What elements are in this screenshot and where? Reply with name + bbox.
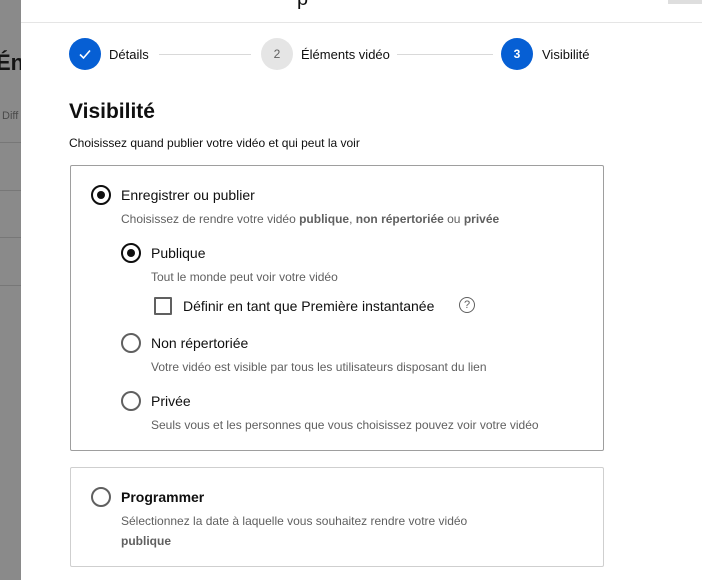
background-divider xyxy=(0,237,21,238)
close-button[interactable] xyxy=(668,0,702,4)
dialog-header: p xyxy=(21,0,702,23)
save-or-publish-radio[interactable] xyxy=(91,185,111,205)
background-divider xyxy=(0,190,21,191)
premiere-label[interactable]: Définir en tant que Première instantanée xyxy=(183,298,434,314)
step-connector xyxy=(159,54,251,55)
background-page-title: Éne xyxy=(0,50,21,75)
unlisted-description: Votre vidéo est visible par tous les uti… xyxy=(151,360,487,374)
public-description: Tout le monde peut voir votre vidéo xyxy=(151,270,338,284)
schedule-card: Programmer Sélectionnez la date à laquel… xyxy=(70,467,604,567)
check-icon xyxy=(79,49,91,60)
background-divider xyxy=(0,285,21,286)
step-connector xyxy=(397,54,493,55)
step-details-label[interactable]: Détails xyxy=(109,47,149,62)
unlisted-radio[interactable] xyxy=(121,333,141,353)
unlisted-label[interactable]: Non répertoriée xyxy=(151,335,248,351)
background-divider xyxy=(0,142,21,143)
public-label[interactable]: Publique xyxy=(151,245,206,261)
schedule-label[interactable]: Programmer xyxy=(121,489,204,505)
step-visibility-label[interactable]: Visibilité xyxy=(542,47,589,62)
step-video-elements-label[interactable]: Éléments vidéo xyxy=(301,47,390,62)
step-video-elements-number[interactable]: 2 xyxy=(261,38,293,70)
public-radio[interactable] xyxy=(121,243,141,263)
background-page: Éne Diff xyxy=(0,0,21,580)
schedule-description-public: publique xyxy=(121,534,171,548)
page-subtitle: Choisissez quand publier votre vidéo et … xyxy=(69,136,360,150)
schedule-description: Sélectionnez la date à laquelle vous sou… xyxy=(121,514,468,528)
background-tab: Diff xyxy=(2,110,19,122)
page-title: Visibilité xyxy=(69,100,155,123)
dialog-title-fragment: p xyxy=(297,0,308,11)
private-label[interactable]: Privée xyxy=(151,393,191,409)
private-radio[interactable] xyxy=(121,391,141,411)
save-or-publish-card: Enregistrer ou publier Choisissez de ren… xyxy=(70,165,604,451)
premiere-checkbox[interactable] xyxy=(154,297,172,315)
save-or-publish-description: Choisissez de rendre votre vidéo publiqu… xyxy=(121,212,500,226)
visibility-dialog: p Détails 2 Éléments vidéo 3 Visibilité … xyxy=(21,0,702,580)
step-visibility-number[interactable]: 3 xyxy=(501,38,533,70)
private-description: Seuls vous et les personnes que vous cho… xyxy=(151,418,539,432)
save-or-publish-label[interactable]: Enregistrer ou publier xyxy=(121,187,255,203)
upload-stepper: Détails 2 Éléments vidéo 3 Visibilité xyxy=(69,38,629,74)
help-icon[interactable]: ? xyxy=(459,297,475,313)
schedule-radio[interactable] xyxy=(91,487,111,507)
step-details-check-icon[interactable] xyxy=(69,38,101,70)
